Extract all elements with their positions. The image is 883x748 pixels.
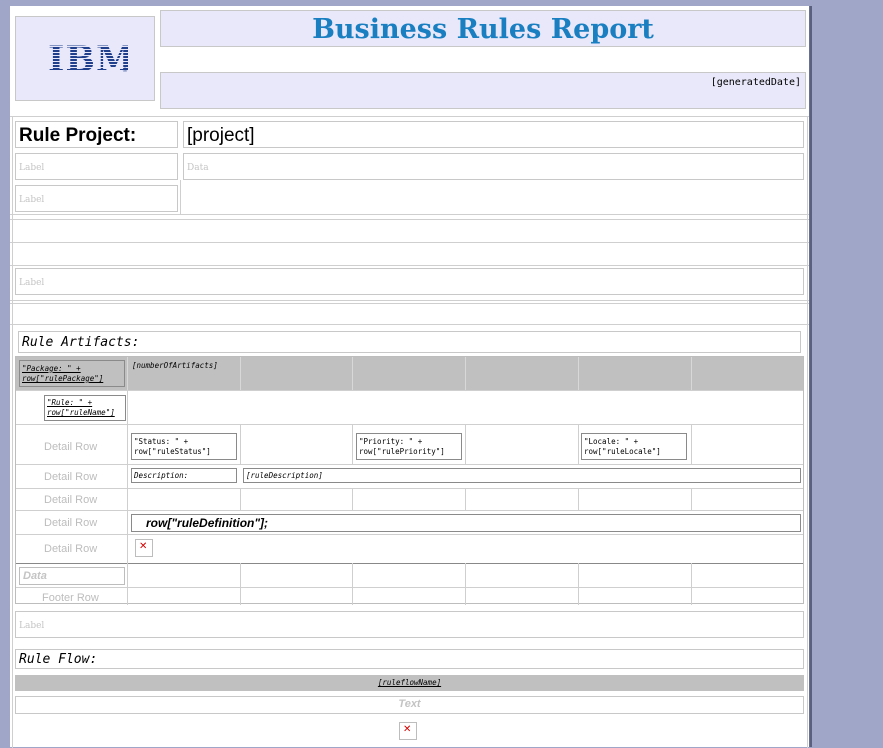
description-label: Description:: [134, 471, 189, 480]
project-label: Rule Project:: [19, 125, 137, 146]
rule-flow-text-cell[interactable]: Text: [15, 696, 804, 714]
label-placeholder: Label: [19, 621, 45, 631]
ibm-logo-graphic: IBM ®: [48, 39, 135, 80]
detail-row-label: Detail Row: [44, 441, 98, 453]
artifacts-label-placeholder[interactable]: Label: [15, 611, 804, 638]
detail-row-label: Detail Row: [44, 494, 98, 506]
status-cell[interactable]: "Status: " + row["ruleStatus"]: [131, 433, 237, 460]
group-package-expression: "Package: " + row["rulePackage"]: [22, 364, 104, 383]
project-value: [project]: [187, 125, 255, 146]
project-value-cell[interactable]: [project]: [183, 121, 804, 148]
label-placeholder: Label: [19, 163, 45, 173]
priority-cell[interactable]: "Priority: " + row["rulePriority"]: [356, 433, 462, 460]
text-placeholder: Text: [398, 698, 421, 710]
report-page: IBM ® Business Rules Report [generatedDa…: [10, 6, 810, 748]
rule-artifacts-heading-cell[interactable]: Rule Artifacts:: [18, 331, 801, 353]
locale-expression: "Locale: " + row["ruleLocale"]: [584, 437, 661, 456]
svg-text:®: ®: [122, 67, 128, 74]
rule-name-expression: "Rule: " + row["ruleName"]: [47, 398, 115, 417]
description-value: [ruleDescription]: [246, 471, 323, 480]
artifacts-table: "Package: " + row["rulePackage"] [number…: [15, 356, 804, 605]
project-label-placeholder-1[interactable]: Label: [15, 153, 178, 180]
generated-date: [generatedDate]: [710, 77, 801, 88]
ruleflow-name: [ruleflowName]: [377, 678, 442, 687]
data-placeholder: Data: [187, 163, 209, 173]
priority-expression: "Priority: " + row["rulePriority"]: [359, 437, 445, 456]
project-data-placeholder[interactable]: Data: [183, 153, 804, 180]
ibm-logo: IBM ®: [46, 39, 135, 80]
project-label-cell[interactable]: Rule Project:: [15, 121, 178, 148]
project-label-placeholder-2[interactable]: Label: [15, 185, 178, 212]
rule-flow-heading: Rule Flow:: [19, 652, 98, 667]
group-package-cell[interactable]: "Package: " + row["rulePackage"]: [19, 360, 125, 387]
data-placeholder: Data: [23, 570, 47, 582]
number-of-artifacts-cell[interactable]: [numberOfArtifacts]: [130, 360, 236, 374]
description-label-cell[interactable]: Description:: [131, 468, 237, 483]
data-placeholder-cell[interactable]: Data: [19, 567, 125, 585]
generated-date-cell[interactable]: [generatedDate]: [160, 72, 806, 109]
rule-definition-cell[interactable]: row["ruleDefinition"];: [131, 514, 801, 532]
report-title: Business Rules Report: [312, 14, 654, 45]
rule-name-cell[interactable]: "Rule: " + row["ruleName"]: [44, 395, 126, 421]
title-cell[interactable]: Business Rules Report: [160, 10, 806, 47]
ruleflow-name-cell[interactable]: [ruleflowName]: [15, 675, 804, 691]
detail-row-label: Detail Row: [44, 471, 98, 483]
broken-image-icon[interactable]: [135, 539, 153, 557]
broken-image-icon[interactable]: [399, 722, 417, 740]
rule-flow-heading-cell[interactable]: Rule Flow:: [15, 649, 804, 669]
description-value-cell[interactable]: [ruleDescription]: [243, 468, 801, 483]
ibm-logo-text: IBM: [48, 41, 128, 75]
locale-cell[interactable]: "Locale: " + row["ruleLocale"]: [581, 433, 687, 460]
project-label-placeholder-3[interactable]: Label: [15, 268, 804, 295]
detail-row-label: Detail Row: [44, 517, 98, 529]
status-expression: "Status: " + row["ruleStatus"]: [134, 437, 211, 456]
detail-row-label: Detail Row: [44, 543, 98, 555]
rule-definition: row["ruleDefinition"];: [146, 516, 269, 530]
label-placeholder: Label: [19, 195, 45, 205]
number-of-artifacts: [numberOfArtifacts]: [132, 361, 218, 370]
footer-row-label: Footer Row: [42, 592, 99, 604]
label-placeholder: Label: [19, 278, 45, 288]
rule-artifacts-heading: Rule Artifacts:: [22, 335, 140, 350]
logo-cell[interactable]: IBM ®: [15, 16, 155, 101]
